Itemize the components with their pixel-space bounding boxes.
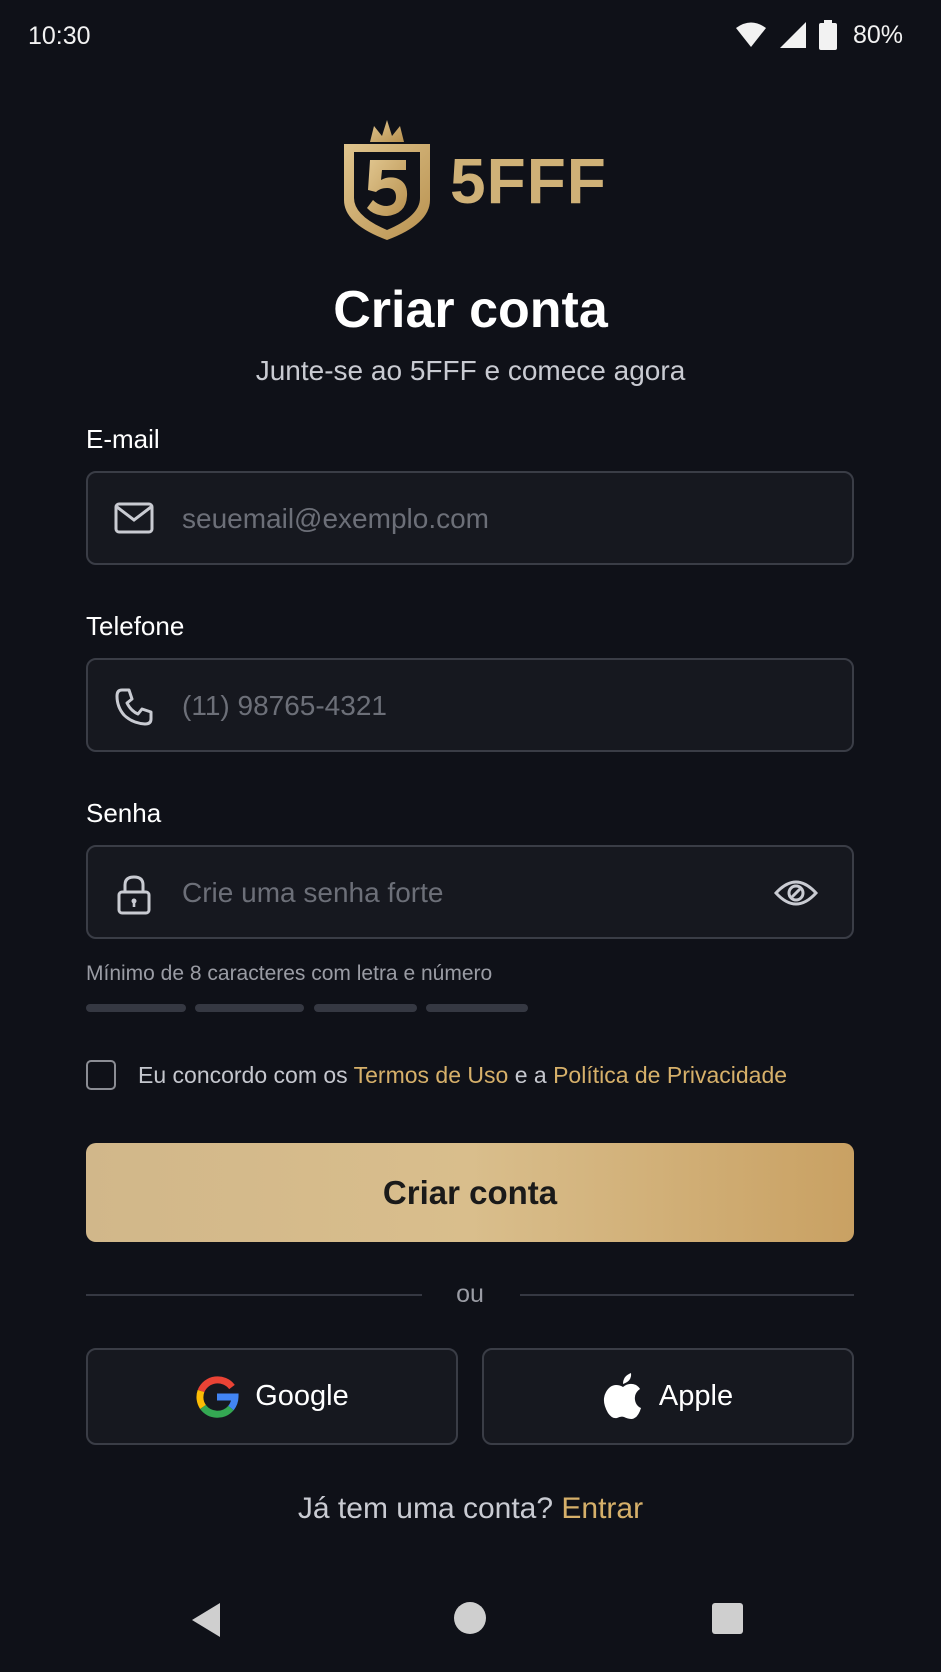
phone-icon: [115, 688, 153, 726]
status-bar: 10:30 80%: [0, 0, 941, 74]
google-label: Google: [255, 1380, 349, 1412]
phone-field[interactable]: [180, 660, 744, 752]
password-strength-segment: [314, 1004, 417, 1012]
password-field-container[interactable]: [86, 845, 854, 939]
email-field-container[interactable]: [86, 471, 854, 565]
battery-percentage: 80%: [852, 20, 903, 49]
email-label: E-mail: [86, 424, 160, 454]
privacy-policy-link[interactable]: Política de Privacidade: [553, 1062, 787, 1088]
signal-icon: [779, 22, 806, 48]
google-icon: [196, 1375, 239, 1418]
password-field[interactable]: [180, 847, 744, 939]
password-strength-segment: [195, 1004, 304, 1012]
wifi-icon: [735, 22, 766, 47]
password-strength-segment: [86, 1004, 186, 1012]
google-signin-button[interactable]: Google: [86, 1348, 458, 1445]
status-time: 10:30: [28, 22, 91, 50]
create-account-button[interactable]: Criar conta: [86, 1143, 854, 1242]
email-field[interactable]: [180, 473, 744, 565]
recents-icon[interactable]: [712, 1603, 743, 1634]
login-prompt: Já tem uma conta? Entrar: [0, 1492, 941, 1526]
page-title: Criar conta: [333, 281, 608, 339]
phone-field-container[interactable]: [86, 658, 854, 752]
divider-text: ou: [456, 1280, 484, 1308]
brand-name: 5FFF: [450, 145, 607, 217]
page-subtitle: Junte-se ao 5FFF e comece agora: [255, 355, 686, 386]
phone-label: Telefone: [86, 611, 185, 641]
divider-right: [520, 1294, 854, 1296]
password-label: Senha: [86, 798, 162, 828]
back-icon[interactable]: [190, 1602, 222, 1638]
status-icons: 80%: [735, 20, 903, 50]
login-link[interactable]: Entrar: [561, 1492, 643, 1525]
terms-text: Eu concordo com os Termos de Uso e a Pol…: [138, 1062, 787, 1089]
terms-prefix: Eu concordo com os: [138, 1061, 354, 1088]
apple-signin-button[interactable]: Apple: [482, 1348, 854, 1445]
apple-label: Apple: [658, 1380, 734, 1412]
mail-icon: [114, 502, 154, 534]
apple-icon: [603, 1372, 641, 1419]
navigation-bar: [0, 1580, 941, 1672]
password-hint: Mínimo de 8 caracteres com letra e númer…: [86, 962, 493, 985]
divider-left: [86, 1294, 422, 1296]
terms-of-use-link[interactable]: Termos de Uso: [354, 1062, 509, 1088]
terms-middle: e a: [508, 1061, 554, 1088]
brand-logo: 5FFF: [340, 120, 607, 242]
terms-row: Eu concordo com os Termos de Uso e a Pol…: [86, 1060, 787, 1090]
crown-shield-icon: [344, 120, 430, 240]
login-question: Já tem uma conta?: [297, 1492, 562, 1525]
home-icon[interactable]: [454, 1602, 486, 1634]
lock-icon: [117, 875, 151, 915]
terms-checkbox[interactable]: [86, 1060, 116, 1090]
password-strength-segment: [426, 1004, 528, 1012]
battery-icon: [818, 20, 837, 50]
eye-icon[interactable]: [774, 877, 818, 909]
